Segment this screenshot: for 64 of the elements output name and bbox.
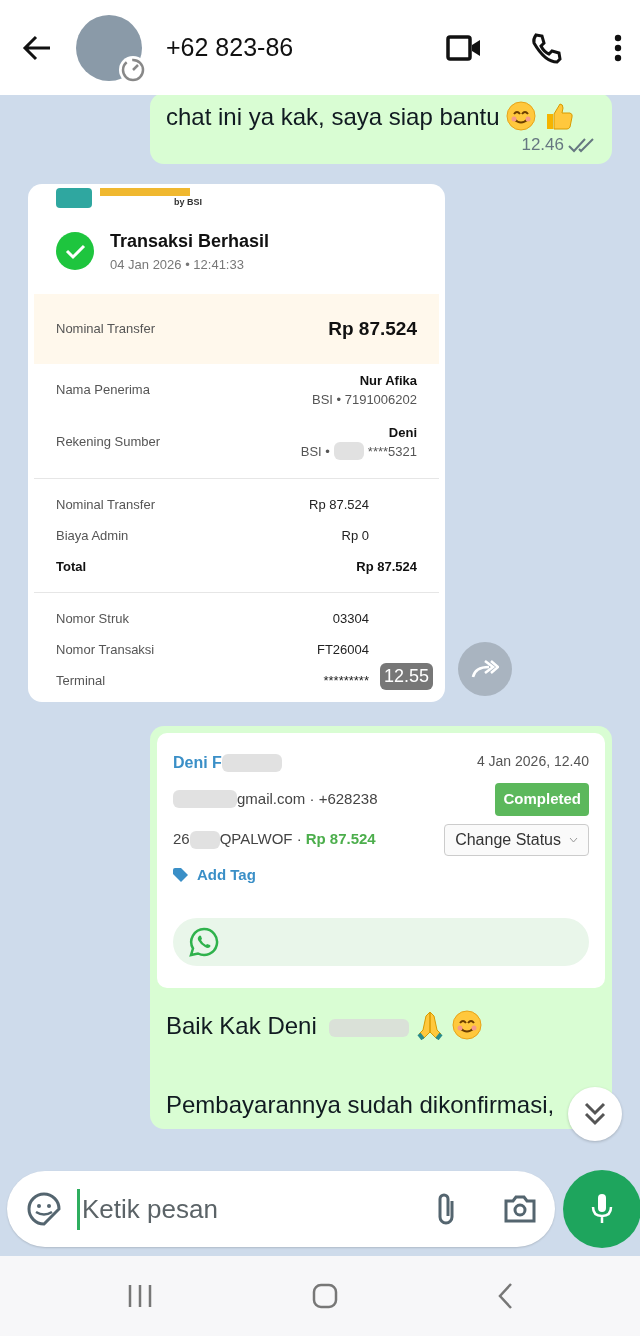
receipt-value: BSI • 7191006202 <box>311 391 417 410</box>
add-tag-link[interactable]: Add Tag <box>173 863 256 887</box>
receipt-value: ****5321 <box>367 443 417 462</box>
status-badge: Completed <box>495 783 589 816</box>
change-status-dropdown[interactable]: Change Status <box>444 823 589 856</box>
back-arrow-icon[interactable] <box>22 34 52 61</box>
receipt-value: FT26004 <box>316 640 369 659</box>
receipt-value: 03304 <box>332 609 369 628</box>
receipt-value: Rp 87.524 <box>328 316 417 341</box>
customer-name[interactable]: Deni F <box>173 751 222 776</box>
caret-icon <box>569 836 578 843</box>
receipt-label: Nama Penerima <box>56 381 150 400</box>
order-code: QPALWOF · <box>219 829 302 850</box>
smiling-face-icon <box>506 101 537 131</box>
message-time: 12.55 <box>379 663 433 691</box>
home-icon[interactable] <box>312 1283 338 1309</box>
receipt-label: Nominal Transfer <box>56 495 155 514</box>
redaction-blur <box>173 790 237 809</box>
video-call-icon[interactable] <box>446 33 482 62</box>
receipt-value: BSI • <box>300 443 330 462</box>
forward-icon <box>471 659 499 680</box>
receipt-value: Nur Afika <box>358 371 417 390</box>
receipt-title: Transaksi Berhasil <box>110 229 270 253</box>
status-ring-icon <box>118 54 148 85</box>
logo-caption: by BSI <box>174 196 202 210</box>
sticker-icon[interactable] <box>27 1192 61 1226</box>
success-check-icon <box>56 231 94 270</box>
chat-phone-icon <box>189 927 219 958</box>
smiling-face-icon <box>452 1010 483 1041</box>
microphone-icon <box>591 1193 613 1225</box>
order-amount: Rp 87.524 <box>305 829 376 850</box>
message-text: chat ini ya kak, saya siap bantu <box>166 103 500 130</box>
receipt-datetime: 04 Jan 2026 • 12:41:33 <box>110 255 245 274</box>
receipt-label: Nominal Transfer <box>56 320 155 339</box>
order-code: 26 <box>173 829 190 850</box>
message-text: Baik Kak Deni <box>166 1012 317 1040</box>
menu-icon[interactable] <box>614 33 622 62</box>
receipt-label: Nomor Transaksi <box>56 640 155 659</box>
receipt-value: Deni <box>387 423 417 442</box>
redaction-blur <box>221 754 282 773</box>
receipt-value: ********* <box>323 671 369 690</box>
tag-icon <box>173 867 189 882</box>
receipt-label: Rekening Sumber <box>56 433 161 452</box>
message-text: Pembayarannya sudah dikonfirmasi, <box>166 1091 555 1119</box>
message-time: 12.46 <box>521 134 564 157</box>
phone-call-icon[interactable] <box>530 31 562 64</box>
recent-apps-icon[interactable] <box>127 1283 154 1309</box>
double-chevron-down-icon <box>584 1102 606 1127</box>
contact-name[interactable]: +62 823-86 <box>166 28 446 67</box>
redaction-blur <box>189 830 220 849</box>
receipt-label: Total <box>56 557 87 576</box>
receipt-label: Nomor Struk <box>56 609 129 628</box>
receipt-value: Rp 87.524 <box>309 495 369 514</box>
receipt-label: Biaya Admin <box>56 526 129 545</box>
receipt-label: Terminal <box>56 671 106 690</box>
redaction-blur <box>333 442 364 461</box>
scroll-down-button[interactable] <box>568 1087 622 1141</box>
order-date: 4 Jan 2026, 12.40 <box>476 752 589 772</box>
customer-contact: gmail.com · +628238 <box>237 789 378 810</box>
receipt-value: Rp 0 <box>341 526 369 545</box>
camera-icon[interactable] <box>503 1194 537 1224</box>
message-composer[interactable]: Ketik pesan <box>7 1171 555 1247</box>
back-icon[interactable] <box>496 1282 513 1310</box>
receipt-value: Rp 87.524 <box>356 557 417 576</box>
